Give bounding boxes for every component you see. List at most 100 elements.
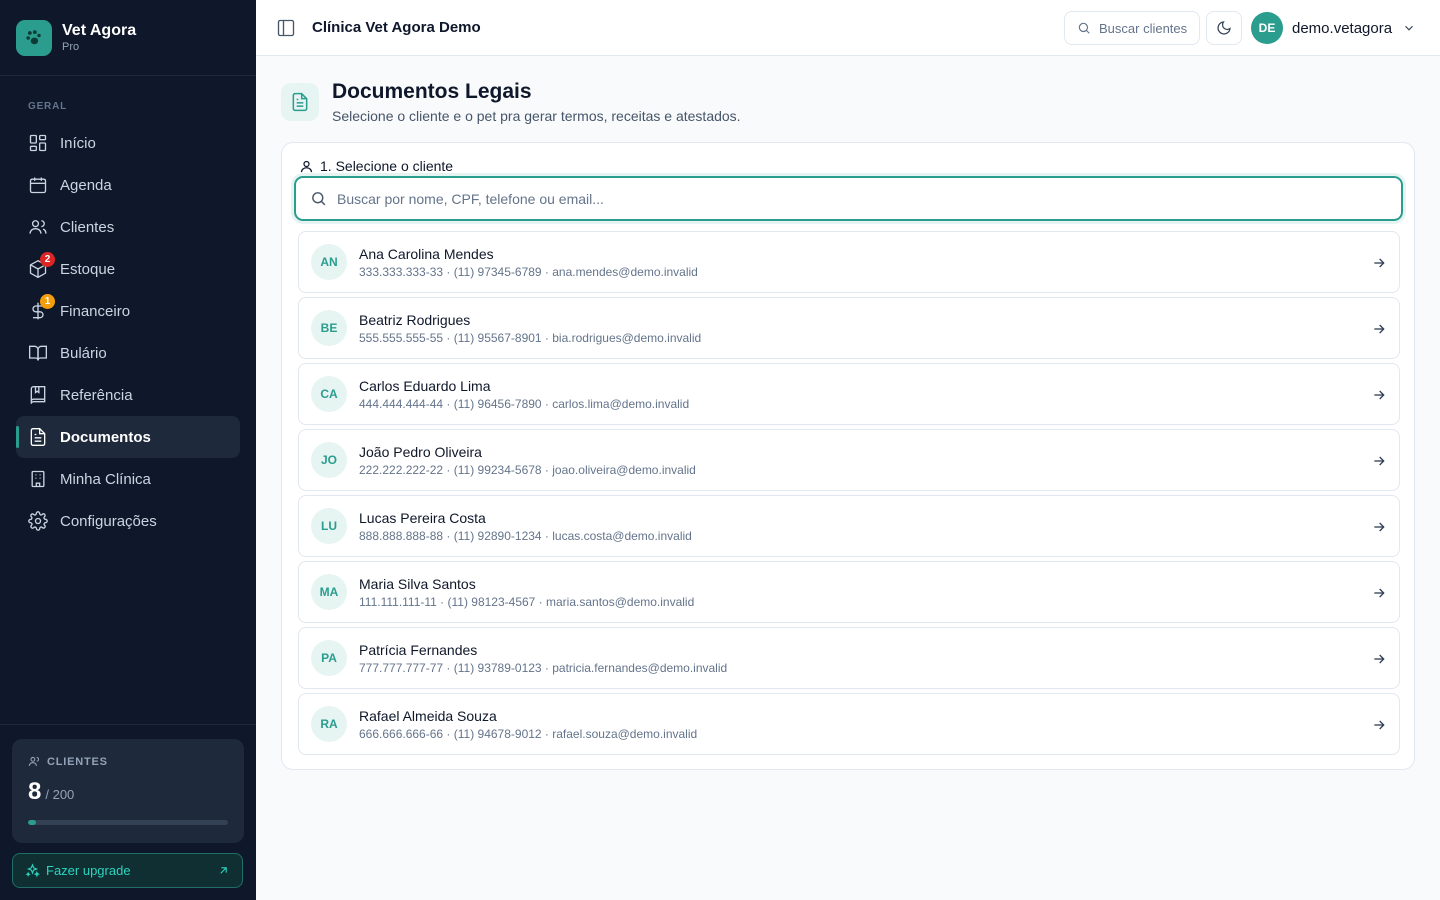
client-search-button[interactable]: Buscar clientes (1064, 11, 1200, 45)
theme-toggle-button[interactable] (1206, 11, 1242, 45)
calendar-icon (29, 177, 47, 194)
page-title: Documentos Legais (332, 80, 532, 103)
client-details: 888.888.888-88 · (11) 92890-1234 · lucas… (359, 528, 692, 543)
sidebar-item-estoque[interactable]: 2 Estoque (16, 248, 240, 290)
step-label: 1. Selecione o cliente (299, 158, 453, 174)
sidebar-item-documentos[interactable]: Documentos (16, 416, 240, 458)
arrow-right-icon (1374, 390, 1385, 400)
client-usage-card: CLIENTES 8 / 200 (12, 739, 244, 843)
client-details: 333.333.333-33 · (11) 97345-6789 · ana.m… (359, 264, 698, 279)
client-list-item[interactable]: AN Ana Carolina Mendes 333.333.333-33 · … (298, 231, 1400, 293)
page-header: Documentos Legais Selecione o cliente e … (281, 80, 741, 124)
search-icon (312, 192, 326, 206)
search-icon (1078, 22, 1090, 34)
sidebar-item-agenda[interactable]: Agenda (16, 164, 240, 206)
sidebar: Vet Agora Pro GERAL Início Agenda Client… (0, 0, 256, 900)
sidebar-item-label: Estoque (60, 260, 116, 278)
client-avatar: BE (311, 310, 347, 346)
sidebar-footer: CLIENTES 8 / 200 Fazer upgrade (0, 724, 256, 900)
client-avatar: CA (311, 376, 347, 412)
client-list-item[interactable]: MA Maria Silva Santos 111.111.111-11 · (… (298, 561, 1400, 623)
client-list-item[interactable]: RA Rafael Almeida Souza 666.666.666-66 ·… (298, 693, 1400, 755)
client-avatar: JO (311, 442, 347, 478)
client-avatar: AN (311, 244, 347, 280)
sidebar-item-clientes[interactable]: Clientes (16, 206, 240, 248)
client-avatar: MA (311, 574, 347, 610)
client-name: Patrícia Fernandes (359, 641, 478, 658)
search-placeholder: Buscar clientes (1099, 20, 1188, 36)
client-details: 666.666.666-66 · (11) 94678-9012 · rafae… (359, 726, 698, 741)
file-text-icon (30, 428, 46, 446)
client-list-item[interactable]: CA Carlos Eduardo Lima 444.444.444-44 · … (298, 363, 1400, 425)
client-name: João Pedro Oliveira (359, 443, 482, 460)
client-details: 222.222.222-22 · (11) 99234-5678 · joao.… (359, 462, 696, 477)
usage-label: CLIENTES (47, 755, 108, 768)
user-name: demo.vetagora (1292, 19, 1393, 37)
brand-plan: Pro (62, 40, 80, 53)
moon-icon (1217, 21, 1231, 35)
client-list-item[interactable]: PA Patrícia Fernandes 777.777.777-77 · (… (298, 627, 1400, 689)
user-menu[interactable]: DE demo.vetagora (1251, 11, 1416, 45)
client-details: 777.777.777-77 · (11) 93789-0123 · patri… (359, 660, 728, 675)
arrow-right-icon (1374, 654, 1385, 664)
client-list-item[interactable]: LU Lucas Pereira Costa 888.888.888-88 · … (298, 495, 1400, 557)
client-name: Carlos Eduardo Lima (359, 377, 491, 394)
sidebar-nav: Início Agenda Clientes 2 Estoque 1 Finan… (16, 122, 240, 542)
client-avatar: LU (311, 508, 347, 544)
upgrade-label: Fazer upgrade (46, 863, 131, 878)
client-avatar: RA (311, 706, 347, 742)
users-icon (28, 756, 40, 766)
sidebar-item-label: Referência (60, 386, 133, 404)
sidebar-item-label: Bulário (60, 344, 107, 362)
client-name: Rafael Almeida Souza (359, 707, 497, 724)
arrow-right-icon (1374, 588, 1385, 598)
sidebar-item-label: Início (60, 134, 96, 152)
sidebar-item-label: Clientes (60, 218, 115, 236)
sidebar-item-label: Documentos (60, 428, 151, 446)
sidebar-toggle-icon[interactable] (276, 18, 296, 38)
estoque-alert-badge: 2 (40, 252, 55, 267)
financeiro-alert-badge: 1 (40, 294, 55, 309)
upgrade-button[interactable]: Fazer upgrade (12, 853, 243, 888)
client-list-item[interactable]: BE Beatriz Rodrigues 555.555.555-55 · (1… (298, 297, 1400, 359)
client-search-input[interactable] (337, 190, 1237, 207)
client-details: 444.444.444-44 · (11) 96456-7890 · carlo… (359, 396, 690, 411)
page-subtitle: Selecione o cliente e o pet pra gerar te… (332, 108, 741, 124)
brand[interactable]: Vet Agora Pro (0, 0, 256, 76)
arrow-up-right-icon (220, 867, 227, 874)
clinic-name: Clínica Vet Agora Demo (312, 19, 481, 36)
arrow-right-icon (1374, 720, 1385, 730)
client-list-item[interactable]: JO João Pedro Oliveira 222.222.222-22 · … (298, 429, 1400, 491)
step-label-text: 1. Selecione o cliente (320, 158, 454, 174)
brand-name: Vet Agora (62, 21, 137, 39)
client-details: 111.111.111-11 · (11) 98123-4567 · maria… (359, 594, 695, 609)
paw-logo-icon (16, 19, 52, 56)
building-icon (31, 470, 45, 488)
sidebar-item-label: Agenda (60, 176, 112, 194)
client-list: AN Ana Carolina Mendes 333.333.333-33 · … (298, 231, 1400, 759)
sidebar-item-referencia[interactable]: Referência (16, 374, 240, 416)
gear-icon (28, 511, 48, 531)
arrow-right-icon (1374, 324, 1385, 334)
chevron-down-icon (1405, 25, 1413, 31)
client-name: Ana Carolina Mendes (359, 245, 494, 262)
users-icon (29, 220, 47, 234)
sidebar-item-financeiro[interactable]: 1 Financeiro (16, 290, 240, 332)
book-icon (30, 386, 46, 404)
usage-progress-fill (28, 820, 36, 825)
sidebar-item-configuracoes[interactable]: Configurações (16, 500, 240, 542)
sidebar-item-inicio[interactable]: Início (16, 122, 240, 164)
usage-progress-bar (28, 820, 228, 825)
usage-max: / 200 (45, 787, 75, 802)
usage-count: 8 (28, 778, 42, 805)
sidebar-item-label: Minha Clínica (60, 470, 151, 488)
client-avatar: PA (311, 640, 347, 676)
sidebar-item-label: Financeiro (60, 302, 131, 320)
sidebar-item-minha-clinica[interactable]: Minha Clínica (16, 458, 240, 500)
user-icon (300, 160, 313, 172)
sidebar-item-bulario[interactable]: Bulário (16, 332, 240, 374)
client-name: Lucas Pereira Costa (359, 509, 486, 526)
file-text-icon (281, 83, 319, 121)
client-search-field[interactable] (294, 176, 1403, 221)
book-open-icon (29, 345, 47, 361)
